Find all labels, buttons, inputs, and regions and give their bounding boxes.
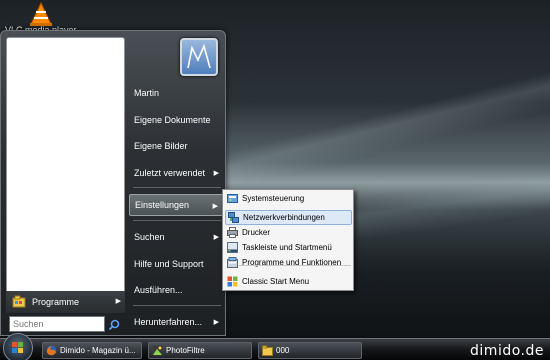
network-icon: [228, 212, 239, 223]
submenu-separator: [239, 265, 351, 266]
taskbar: Dimido - Magazin ü... PhotoFiltre 000: [0, 333, 550, 360]
taskbar-button-photofiltre[interactable]: PhotoFiltre: [148, 342, 252, 359]
start-menu: Programme ▶ Martin Eigene Dokumente Eige…: [0, 30, 226, 336]
submenu-item-network[interactable]: Netzwerkverbindungen: [225, 210, 352, 225]
menu-item-recent[interactable]: Zuletzt verwendet ▶: [129, 162, 225, 184]
menu-item-pictures[interactable]: Eigene Bilder: [129, 135, 225, 157]
menu-item-run[interactable]: Ausführen...: [129, 279, 225, 301]
chevron-right-icon: ▶: [213, 319, 219, 326]
menu-item-label: Martin: [134, 88, 160, 98]
chevron-right-icon: ▶: [115, 298, 121, 305]
programs-icon: [227, 257, 238, 268]
menu-item-label: Zuletzt verwendet: [134, 168, 206, 178]
control-panel-icon: [227, 193, 238, 204]
submenu-item-label: Drucker: [242, 228, 271, 237]
settings-submenu: Systemsteuerung Netzwerkverbindungen Dru…: [222, 189, 354, 291]
programs-folder-icon: [12, 295, 26, 309]
menu-item-settings[interactable]: Einstellungen ▶: [129, 194, 225, 216]
windows-logo-icon: [12, 342, 23, 353]
menu-separator: [133, 187, 221, 188]
submenu-item-label: Classic Start Menu: [242, 277, 310, 286]
taskbar-button-folder[interactable]: 000: [258, 342, 362, 359]
submenu-item-programs-features[interactable]: Programme und Funktionen: [225, 255, 352, 270]
menu-item-label: Hilfe und Support: [134, 259, 204, 269]
submenu-item-label: Taskleiste und Startmenü: [242, 243, 332, 252]
menu-item-user[interactable]: Martin: [129, 82, 225, 104]
watermark: dimido.de: [470, 343, 544, 359]
menu-item-shutdown[interactable]: Herunterfahren... ▶: [129, 311, 225, 333]
menu-item-label: Ausführen...: [134, 285, 183, 295]
menu-item-search[interactable]: Suchen ▶: [129, 226, 225, 248]
menu-separator: [133, 305, 221, 306]
start-button[interactable]: [3, 333, 33, 360]
submenu-item-label: Netzwerkverbindungen: [243, 213, 325, 222]
vlc-icon[interactable]: [28, 1, 54, 26]
submenu-item-label: Systemsteuerung: [242, 194, 305, 203]
menu-item-label: Herunterfahren...: [134, 317, 203, 327]
all-programs-label: Programme: [32, 297, 80, 307]
menu-separator: [133, 220, 221, 221]
chevron-right-icon: ▶: [213, 170, 219, 177]
start-search-input[interactable]: [9, 316, 105, 332]
firefox-icon: [46, 345, 57, 356]
menu-item-documents[interactable]: Eigene Dokumente: [129, 109, 225, 131]
classic-start-icon: [227, 276, 238, 287]
menu-item-label: Einstellungen: [135, 200, 190, 210]
taskbar-icon: [227, 242, 238, 253]
taskbar-button-label: 000: [276, 346, 290, 355]
taskbar-button-label: Dimido - Magazin ü...: [60, 346, 136, 355]
menu-item-label: Eigene Dokumente: [134, 115, 211, 125]
pinned-programs-pane: [6, 37, 125, 308]
submenu-item-classic-start[interactable]: Classic Start Menu: [225, 274, 352, 289]
search-icon[interactable]: [108, 318, 120, 331]
taskbar-button-label: PhotoFiltre: [166, 346, 205, 355]
submenu-item-control-panel[interactable]: Systemsteuerung: [225, 191, 352, 206]
menu-item-label: Suchen: [134, 232, 165, 242]
chevron-right-icon: ▶: [212, 203, 218, 210]
all-programs-button[interactable]: Programme ▶: [6, 291, 125, 313]
menu-item-label: Eigene Bilder: [134, 141, 188, 151]
chevron-right-icon: ▶: [213, 234, 219, 241]
submenu-item-taskbar[interactable]: Taskleiste und Startmenü: [225, 240, 352, 255]
taskbar-button-firefox[interactable]: Dimido - Magazin ü...: [42, 342, 142, 359]
photofiltre-icon: [152, 345, 163, 356]
folder-icon: [262, 345, 273, 356]
printer-icon: [227, 227, 238, 238]
submenu-item-printers[interactable]: Drucker: [225, 225, 352, 240]
user-avatar[interactable]: [180, 38, 218, 76]
menu-item-help[interactable]: Hilfe und Support: [129, 253, 225, 275]
